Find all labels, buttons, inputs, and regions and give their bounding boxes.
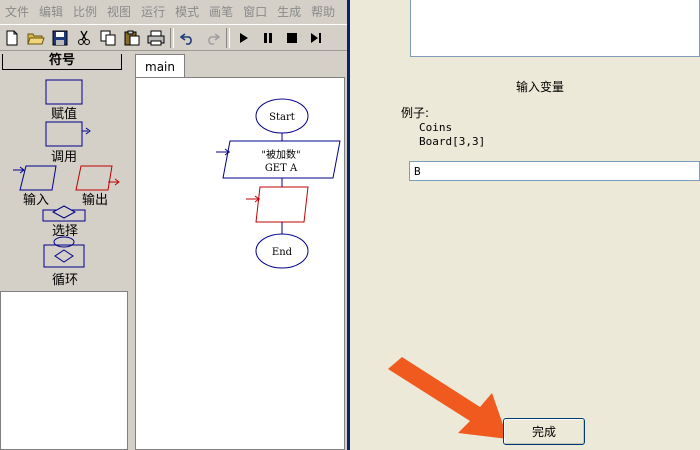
selection-symbol-icon[interactable] [42, 205, 86, 222]
undo-icon[interactable] [177, 27, 199, 49]
input-prompt-text: "被加数" [261, 148, 300, 161]
selection-label: 选择 [51, 224, 78, 239]
menu-generate[interactable]: 生成 [272, 3, 306, 20]
toolbar-separator [226, 27, 230, 48]
variable-input[interactable] [409, 161, 700, 181]
assignment-symbol-icon[interactable] [45, 79, 83, 105]
pause-icon[interactable] [257, 27, 279, 49]
cut-icon[interactable] [73, 27, 95, 49]
menu-view[interactable]: 视图 [102, 3, 136, 20]
raptor-main-window: 文件 编辑 比例 视图 运行 模式 画笔 窗口 生成 帮助 符号 赋值 调用 输… [0, 0, 347, 450]
save-icon[interactable] [49, 27, 71, 49]
loop-symbol-icon[interactable] [43, 236, 85, 268]
loop-label: 循环 [51, 273, 78, 288]
menu-scale[interactable]: 比例 [68, 3, 102, 20]
output-symbol-icon[interactable] [75, 165, 120, 191]
input-variable-text: GET A [265, 163, 298, 174]
menu-run[interactable]: 运行 [136, 3, 170, 20]
run-icon[interactable] [233, 27, 255, 49]
menu-bar: 文件 编辑 比例 视图 运行 模式 画笔 窗口 生成 帮助 [0, 0, 347, 22]
dialog-title: 输入变量 [515, 80, 564, 94]
flowchart: Start "被加数" GET A End [216, 98, 341, 269]
step-icon[interactable] [305, 27, 327, 49]
menu-pen[interactable]: 画笔 [204, 3, 238, 20]
toolbar-separator [170, 27, 174, 48]
new-file-icon[interactable] [1, 27, 23, 49]
symbol-shapes [13, 79, 120, 268]
example-text: Board[3,3] [419, 135, 486, 148]
redo-icon[interactable] [201, 27, 223, 49]
input-symbol-icon[interactable] [13, 165, 57, 191]
done-button[interactable]: 完成 [503, 418, 585, 445]
start-text: Start [269, 112, 295, 123]
variables-panel[interactable] [0, 291, 128, 450]
print-icon[interactable] [145, 27, 167, 49]
prompt-preview-box[interactable] [410, 0, 700, 57]
end-text: End [272, 247, 293, 258]
example-text: Coins [419, 121, 453, 134]
menu-file[interactable]: 文件 [0, 3, 34, 20]
call-label: 调用 [50, 150, 77, 165]
menu-help[interactable]: 帮助 [306, 3, 340, 20]
symbols-panel: 符号 赋值 调用 输入 输出 选择 循环 [0, 52, 128, 290]
input-label: 输入 [22, 193, 49, 208]
open-folder-icon[interactable] [25, 27, 47, 49]
flowchart-canvas[interactable]: Start "被加数" GET A End [135, 77, 345, 450]
paste-icon[interactable] [121, 27, 143, 49]
menu-window[interactable]: 窗口 [238, 3, 272, 20]
assignment-label: 赋值 [50, 107, 77, 122]
copy-icon[interactable] [97, 27, 119, 49]
call-symbol-icon[interactable] [45, 121, 91, 147]
example-label: 例子: [401, 106, 430, 120]
output-node[interactable] [255, 186, 309, 223]
tab-main[interactable]: main [135, 54, 185, 78]
stop-icon[interactable] [281, 27, 303, 49]
menu-mode[interactable]: 模式 [170, 3, 204, 20]
toolbar [0, 24, 347, 51]
menu-edit[interactable]: 编辑 [34, 3, 68, 20]
pointer-arrow-icon [388, 357, 508, 439]
output-label: 输出 [81, 193, 108, 208]
